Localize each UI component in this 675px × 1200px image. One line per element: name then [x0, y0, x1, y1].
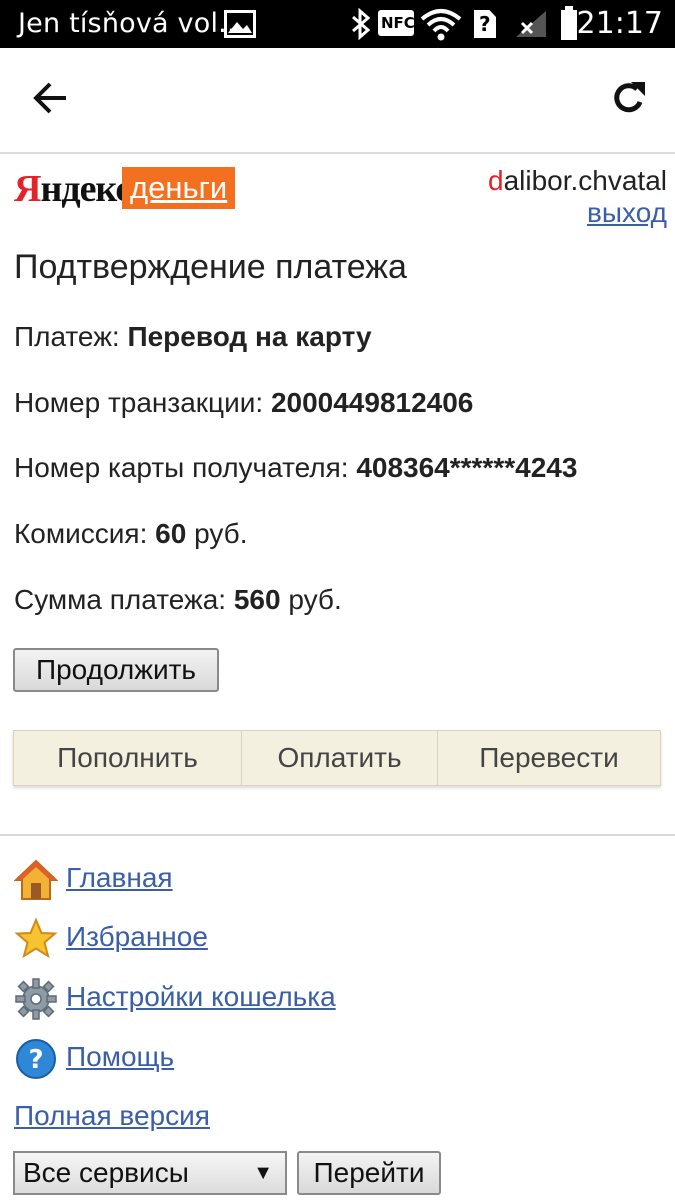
arrow-back-icon[interactable]	[32, 82, 68, 114]
user-block: dalibor.chvatal выход	[488, 165, 667, 229]
tab-transfer[interactable]: Перевести	[438, 731, 660, 785]
services-select[interactable]: Все сервисы ▼	[13, 1151, 287, 1195]
amount-unit: руб.	[288, 584, 342, 615]
payment-value: Перевод на карту	[127, 321, 372, 352]
logout-link[interactable]: выход	[488, 197, 667, 229]
browser-toolbar	[0, 48, 675, 154]
card-value: 408364******4243	[356, 452, 578, 483]
bluetooth-icon	[352, 8, 371, 40]
tab-pay[interactable]: Оплатить	[242, 731, 438, 785]
transaction-row: Номер транзакции: 2000449812406	[14, 387, 473, 419]
divider	[0, 834, 675, 836]
nfc-icon: NFC	[378, 10, 415, 36]
username: dalibor.chvatal	[487, 165, 667, 196]
tab-top-up[interactable]: Пополнить	[14, 731, 242, 785]
reload-icon[interactable]	[611, 80, 647, 116]
notification-title: Jen tísňová vol...	[18, 8, 245, 39]
battery-icon	[561, 6, 577, 40]
transaction-value: 2000449812406	[270, 387, 474, 418]
gear-icon	[15, 978, 57, 1020]
amount-row: Сумма платежа: 560 руб.	[14, 584, 342, 616]
star-icon	[14, 917, 58, 959]
unknown-sim-icon: ?	[474, 10, 496, 38]
amount-label: Сумма платежа:	[14, 584, 227, 615]
card-label: Номер карты получателя:	[14, 452, 349, 483]
services-select-value: Все сервисы	[23, 1157, 189, 1188]
action-tabs: Пополнить Оплатить Перевести	[13, 730, 661, 786]
commission-label: Комиссия:	[14, 518, 148, 549]
payment-label: Платеж:	[14, 321, 120, 352]
home-icon	[14, 859, 58, 900]
commission-unit: руб.	[194, 518, 248, 549]
nfc-label: NFC	[381, 14, 415, 32]
continue-button[interactable]: Продолжить	[13, 648, 219, 692]
nav-label-wallet-settings: Настройки кошелька	[66, 981, 336, 1012]
nav-label-favorites: Избранное	[66, 921, 208, 952]
amount-value: 560	[233, 584, 281, 615]
status-bar: Jen tísňová vol... NFC ? 21:17	[0, 0, 675, 48]
wifi-icon	[420, 9, 462, 41]
logo-dengi: деньги	[122, 167, 236, 209]
logo-yandex: Яндекс	[14, 168, 132, 210]
clock: 21:17	[576, 6, 663, 41]
commission-row: Комиссия: 60 руб.	[14, 518, 247, 550]
card-row: Номер карты получателя: 408364******4243	[14, 452, 577, 484]
go-button[interactable]: Перейти	[297, 1151, 441, 1195]
dropdown-arrow-icon: ▼	[253, 1162, 273, 1184]
no-signal-icon	[516, 11, 546, 37]
help-icon: ?	[16, 1039, 56, 1079]
page-title: Подтверждение платежа	[14, 248, 407, 286]
image-icon	[224, 10, 256, 38]
nav-label-help: Помощь	[66, 1041, 175, 1072]
payment-row: Платеж: Перевод на карту	[14, 321, 372, 353]
svg-text:?: ?	[28, 1045, 43, 1075]
transaction-label: Номер транзакции:	[14, 387, 264, 418]
full-version-link[interactable]: Полная версия	[14, 1100, 210, 1132]
commission-value: 60	[155, 518, 187, 549]
nav-label-home: Главная	[66, 862, 173, 893]
